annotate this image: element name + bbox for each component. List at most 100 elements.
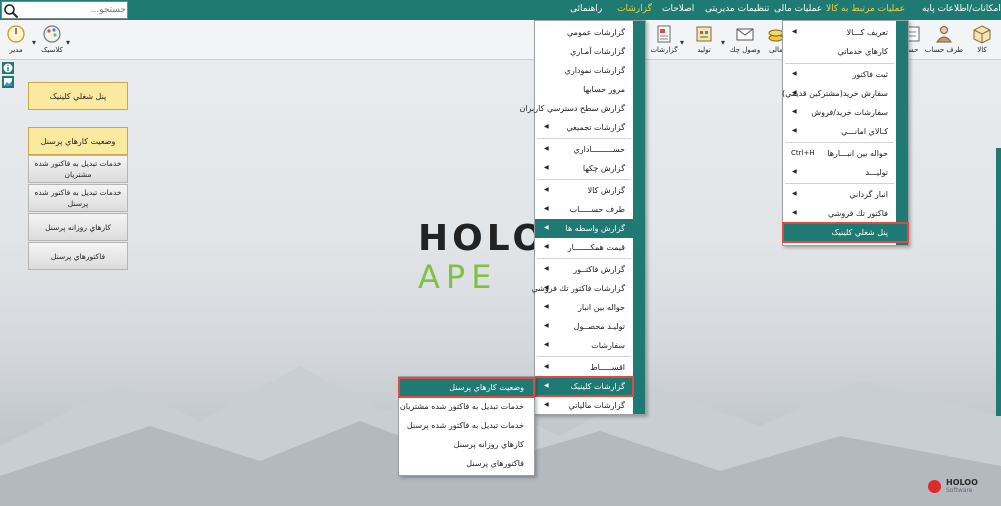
arrow-left-icon: ◀ xyxy=(544,123,549,130)
menu-item-clinic-reports[interactable]: گزارشات كلينيک ◀ xyxy=(534,376,634,397)
menu-settings[interactable]: تنظیمات مدیریتی xyxy=(705,4,769,14)
manager-button[interactable]: مدیر xyxy=(0,22,32,58)
submenu-item-personnel-status[interactable]: وضعيت كارهاي پرسنل xyxy=(398,377,535,398)
brand-logo-text: HOLO xyxy=(418,218,547,259)
arrow-left-icon: ◀ xyxy=(544,243,549,250)
arrow-left-icon: ◀ xyxy=(544,145,549,152)
menu-item-label: اقســـــاط xyxy=(590,363,625,372)
arrow-left-icon: ◀ xyxy=(544,382,549,389)
goods-label: کالا xyxy=(977,46,987,54)
menu-item-define-goods[interactable]: تعريف كـــالا ◀ xyxy=(783,23,896,42)
menu-item-label: حواله بين انبار xyxy=(577,303,625,312)
menu-item-label: پنل شغلي كلينيک xyxy=(831,228,888,237)
menu-item-account-party[interactable]: طرف حســـــاب ◀ xyxy=(535,200,633,219)
menu-item-installments[interactable]: اقســـــاط ◀ xyxy=(535,358,633,377)
menu-item-statistical-reports[interactable]: گزارشات آمـاري xyxy=(535,42,633,61)
menu-rail xyxy=(633,21,645,414)
menu-item-general-reports[interactable]: گزارشات عمومي xyxy=(535,23,633,42)
menu-corrections[interactable]: اصلاحات xyxy=(662,4,694,14)
menu-item-production[interactable]: توليـــد ◀ xyxy=(783,163,896,182)
menu-item-label: گزارشات مالياتي xyxy=(568,401,625,410)
holoo-logo: HOLOO Software xyxy=(928,478,988,498)
menu-item-single-sale-invoice-reports[interactable]: گزارشات فاكتور تك فروشي ◀ xyxy=(531,279,633,298)
arrow-left-icon: ◀ xyxy=(544,341,549,348)
menu-separator xyxy=(537,138,631,139)
submenu-item-customer-invoiced-services[interactable]: خدمات تبديل به فاكتور شده مشتريان xyxy=(399,397,534,416)
search-icon[interactable] xyxy=(3,3,19,19)
menu-rail xyxy=(896,21,908,245)
menu-item-accounting[interactable]: حســـــــــاداري ◀ xyxy=(535,140,633,159)
menu-item-clinic-panel[interactable]: پنل شغلي كلينيک xyxy=(782,222,909,243)
search-box[interactable] xyxy=(1,1,128,19)
menu-finance[interactable]: عملیات مالی xyxy=(774,4,822,14)
arrow-left-icon: ◀ xyxy=(544,164,549,171)
menu-item-partner-price[interactable]: قيمت همكـــــــار ◀ xyxy=(535,238,633,257)
menu-item-cheque-report[interactable]: گزارش چكها ◀ xyxy=(535,159,633,178)
menu-base[interactable]: امکانات/اطلاعات پایه xyxy=(922,4,1001,14)
menu-item-old-subscriber-order[interactable]: سفارش خريد(مشتركين قديمي) ◀ xyxy=(782,84,896,103)
chevron-down-icon[interactable]: ▾ xyxy=(66,38,70,47)
menu-item-label: كارهاي خدماتي xyxy=(837,47,888,56)
image-icon[interactable] xyxy=(2,76,14,88)
submenu-item-personnel-invoiced-services[interactable]: خدمات تبديل به فاكتور شده پرسنل xyxy=(399,416,534,435)
reports-button[interactable]: گزارشات xyxy=(648,22,680,58)
menu-item-single-sale-invoice[interactable]: فاكتور تك فروشي ◀ xyxy=(783,204,896,223)
holoo-logo-sub: Software xyxy=(946,487,973,494)
menu-item-aggregate-reports[interactable]: گزارشات تجميعي ◀ xyxy=(535,118,633,137)
menu-item-broker-report[interactable]: گزارش واسطه ها ◀ xyxy=(535,219,633,238)
info-icon[interactable] xyxy=(2,62,14,74)
cheque-collection-button[interactable]: وصول چك xyxy=(729,22,761,58)
menu-item-product-production[interactable]: توليـد محصــول ◀ xyxy=(535,317,633,336)
classic-button[interactable]: کلاسیک xyxy=(36,22,68,58)
reports-menu: گزارشات عمومي گزارشات آمـاري گزارشات نمو… xyxy=(520,20,646,415)
clinic-reports-submenu: وضعيت كارهاي پرسنل خدمات تبديل به فاكتور… xyxy=(398,376,535,476)
personnel-daily-work-tile[interactable]: كارهاي روزانه پرسنل xyxy=(28,213,128,241)
menu-item-label: گزارشات نموداري xyxy=(564,66,625,75)
menu-item-label: گزارش كالا xyxy=(587,186,625,195)
arrow-left-icon: ◀ xyxy=(544,303,549,310)
menu-item-label: قيمت همكـــــــار xyxy=(567,243,625,252)
vertical-scrollbar[interactable] xyxy=(996,148,1001,416)
menu-item-tax-reports[interactable]: گزارشات مالياتي ◀ xyxy=(535,396,633,415)
search-input[interactable] xyxy=(22,3,126,17)
menu-item-chart-reports[interactable]: گزارشات نموداري xyxy=(535,61,633,80)
menu-item-register-invoice[interactable]: ثبت فاكتور ◀ xyxy=(783,65,896,84)
menu-item-account-review[interactable]: مرور حسابها xyxy=(535,80,633,99)
menu-goods[interactable]: عملیات مرتبط به کالا xyxy=(826,4,905,14)
menu-item-label: مرور حسابها xyxy=(583,85,625,94)
submenu-item-personnel-invoices[interactable]: فاكتورهاي پرسنل xyxy=(399,454,534,473)
menu-help[interactable]: راهنمائی xyxy=(570,4,602,14)
goods-button[interactable]: کالا xyxy=(966,22,998,58)
customer-invoiced-services-tile[interactable]: خدمات تبديل به فاكتور شده مشتريان xyxy=(28,155,128,183)
submenu-item-personnel-daily-work[interactable]: كارهاي روزانه پرسنل xyxy=(399,435,534,454)
personnel-invoiced-services-tile[interactable]: خدمات تبديل به فاكتور شده پرسنل xyxy=(28,184,128,212)
menu-item-label: توليـــد xyxy=(865,168,888,177)
menu-item-purchase-sale-orders[interactable]: سفارشات خريد/فروش ◀ xyxy=(783,103,896,122)
menu-item-stocktaking[interactable]: انبار گرداني ◀ xyxy=(783,185,896,204)
clinic-panel-tile[interactable]: پنل شغلي كلينيک xyxy=(28,82,128,110)
menu-item-label: حواله بين انبـــارها xyxy=(827,149,888,158)
production-button[interactable]: تولید xyxy=(688,22,720,58)
arrow-left-icon: ◀ xyxy=(792,89,797,96)
menu-item-label: حســـــــــاداري xyxy=(573,145,625,154)
menu-item-goods-report[interactable]: گزارش كالا ◀ xyxy=(535,181,633,200)
menu-separator xyxy=(785,183,894,184)
personnel-status-tile[interactable]: وضعيت كارهاي پرسنل xyxy=(28,127,128,155)
menu-item-label: گزارش فاكتــور xyxy=(573,265,625,274)
menu-item-service-works[interactable]: كارهاي خدماتي xyxy=(783,42,896,61)
menu-item-warehouse-transfer-report[interactable]: حواله بين انبار ◀ xyxy=(535,298,633,317)
menu-separator xyxy=(785,142,894,143)
person-icon xyxy=(936,26,952,43)
menu-item-label: كـالاي امانـــي xyxy=(841,127,888,136)
menu-item-consignment-goods[interactable]: كـالاي امانـــي ◀ xyxy=(783,122,896,141)
menu-reports[interactable]: گزارشات xyxy=(617,4,652,14)
reports-label: گزارشات xyxy=(650,46,678,54)
menu-item-warehouse-transfer[interactable]: حواله بين انبـــارها Ctrl+H xyxy=(783,144,896,163)
personnel-invoices-tile[interactable]: فاكتورهاي پرسنل xyxy=(28,242,128,270)
menu-item-user-access-report[interactable]: گزارش سطح دسترسي كاربران xyxy=(520,99,633,118)
menu-item-label: گزارشات آمـاري xyxy=(570,47,625,56)
menu-item-invoice-report[interactable]: گزارش فاكتــور ◀ xyxy=(535,260,633,279)
classic-label: کلاسیک xyxy=(41,46,63,54)
menu-item-orders[interactable]: سفارشات ◀ xyxy=(535,336,633,355)
arrow-left-icon: ◀ xyxy=(792,70,797,77)
